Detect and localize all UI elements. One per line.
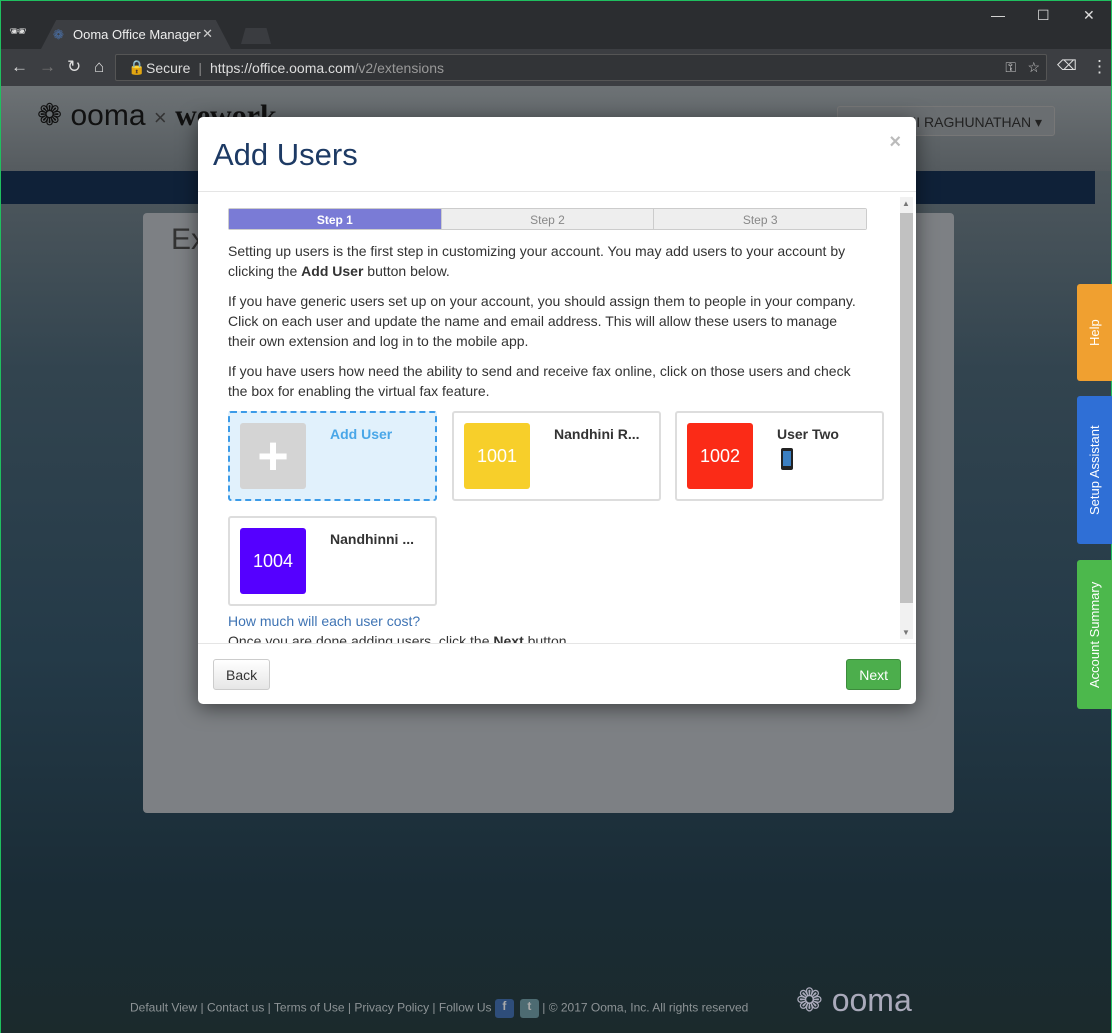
step-1: Step 1 (229, 209, 441, 229)
footer: Default View | Contact us | Terms of Use… (130, 999, 748, 1018)
close-window-icon[interactable]: ✕ (1083, 7, 1095, 24)
user-tile[interactable]: 1001 Nandhini R... (452, 411, 661, 501)
footer-contact[interactable]: Contact us (207, 1001, 264, 1015)
footer-follow-us: Follow Us (438, 1000, 492, 1015)
browser-toolbar: ← → ↻ ⌂ 🔒 Secure | https://office.ooma.com… (1, 49, 1111, 86)
facebook-icon[interactable]: f (494, 999, 514, 1018)
back-button[interactable]: Back (213, 659, 271, 690)
extension-badge: 1004 (240, 528, 306, 594)
footer-default-view[interactable]: Default View (130, 1001, 197, 1015)
footer-terms[interactable]: Terms of Use (274, 1001, 345, 1015)
modal-footer: Back Next (198, 643, 916, 704)
maximize-icon[interactable]: ☐ (1037, 7, 1050, 24)
star-icon[interactable]: ☆ (1027, 59, 1040, 76)
add-user-label: Add User (330, 426, 393, 442)
extension-icon[interactable]: ⌫ (1057, 57, 1077, 74)
user-cost-link[interactable]: How much will each user cost? (228, 611, 868, 631)
user-tile[interactable]: 1002 User Two (675, 411, 884, 501)
fax-paragraph: If you have users how need the ability t… (228, 363, 851, 399)
account-summary-tab[interactable]: Account Summary (1077, 560, 1112, 709)
help-tab[interactable]: Help (1077, 284, 1112, 381)
browser-tab[interactable]: ❁ Ooma Office Manager ✕ (41, 20, 231, 49)
lock-icon: 🔒 (128, 59, 146, 75)
back-arrow-icon[interactable]: ← (11, 57, 28, 77)
tab-title: Ooma Office Manager (73, 27, 201, 42)
next-instruction: Once you are done adding users, click th… (228, 633, 571, 643)
close-icon[interactable]: × (889, 131, 901, 154)
intro-paragraph: Setting up users is the first step in cu… (228, 243, 846, 279)
secure-label: Secure (146, 60, 191, 76)
modal-title: Add Users (213, 137, 358, 172)
extension-badge: 1002 (687, 423, 753, 489)
copyright: | © 2017 Ooma, Inc. All rights reserved (542, 1000, 749, 1015)
extension-badge: 1001 (464, 423, 530, 489)
step-2: Step 2 (440, 209, 654, 229)
modal-body: Step 1 Step 2 Step 3 Setting up users is… (198, 193, 916, 643)
user-tile[interactable]: 1004 Nandhinni ... (228, 516, 437, 606)
add-users-modal: Add Users × Step 1 Step 2 Step 3 Setting… (198, 117, 916, 704)
url-path: /v2/extensions (354, 60, 445, 76)
address-bar[interactable]: 🔒 Secure | https://office.ooma.com/v2/exte… (115, 54, 1047, 81)
home-icon[interactable]: ⌂ (94, 57, 104, 77)
key-icon[interactable]: ⚿ (1005, 59, 1016, 76)
url-scheme: https:// (210, 60, 253, 76)
user-name: Nandhinni ... (330, 531, 414, 547)
forward-arrow-icon[interactable]: → (39, 57, 56, 77)
plus-icon: + (240, 423, 306, 489)
step-progress: Step 1 Step 2 Step 3 (228, 208, 867, 230)
close-tab-icon[interactable]: ✕ (202, 26, 213, 42)
minimize-icon[interactable]: — (991, 7, 1005, 23)
url-host: office.ooma.com (252, 60, 355, 76)
mobile-phone-icon (781, 448, 793, 470)
ooma-favicon-icon: ❁ (53, 27, 64, 42)
new-tab-button[interactable] (241, 28, 271, 44)
generic-users-paragraph: If you have generic users set up on your… (228, 293, 856, 349)
reload-icon[interactable]: ↻ (67, 57, 81, 77)
incognito-icon: 🕶 (9, 23, 27, 39)
twitter-icon[interactable]: t (519, 999, 539, 1018)
setup-assistant-tab[interactable]: Setup Assistant (1077, 396, 1112, 544)
add-user-tile[interactable]: + Add User (228, 411, 437, 501)
user-name: Nandhini R... (554, 426, 640, 442)
user-name: User Two (777, 426, 839, 442)
footer-privacy[interactable]: Privacy Policy (354, 1001, 429, 1015)
next-button[interactable]: Next (846, 659, 901, 690)
step-3: Step 3 (653, 209, 867, 229)
modal-scrollbar[interactable]: ▲ ▼ (900, 197, 913, 639)
menu-icon[interactable]: ⋮ (1091, 57, 1108, 77)
footer-ooma-logo: ❁ ooma (796, 982, 912, 1018)
browser-titlebar: 🕶 ❁ Ooma Office Manager ✕ — ☐ ✕ (1, 1, 1111, 49)
